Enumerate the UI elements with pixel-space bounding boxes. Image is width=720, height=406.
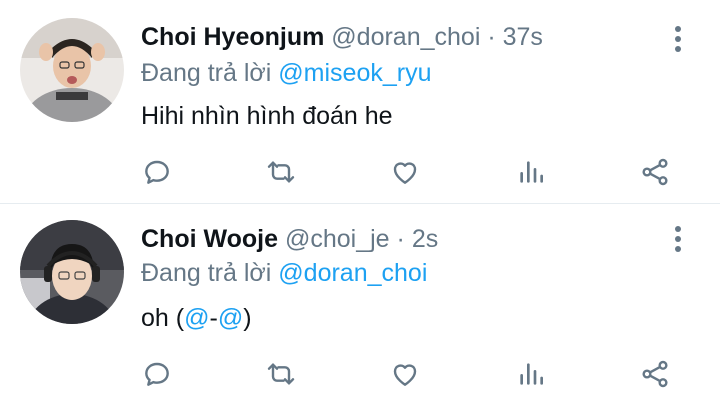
text-suffix: ) [243,304,252,332]
text-dash: - [209,304,218,332]
reply-prefix: Đang trả lời [141,259,272,287]
tweet-2[interactable]: Choi Wooje @choi_je · 2s Đang trả lời @d… [0,0,720,406]
text-mention[interactable]: @ [218,304,243,332]
display-name[interactable]: Choi Wooje [141,225,278,253]
timestamp[interactable]: 2s [412,225,438,253]
like-icon[interactable] [385,354,425,394]
tweet-text: oh (@-@) [141,303,252,333]
text-mention[interactable]: @ [184,304,209,332]
tweet-header: Choi Wooje @choi_je · 2s [141,224,438,254]
reply-mention[interactable]: @doran_choi [278,259,427,287]
analytics-icon[interactable] [511,354,551,394]
retweet-icon[interactable] [261,354,301,394]
separator: · [396,225,405,253]
share-icon[interactable] [635,354,675,394]
reply-icon[interactable] [137,354,177,394]
user-handle[interactable]: @choi_je [285,225,390,253]
avatar[interactable] [20,220,124,324]
text-prefix: oh ( [141,304,185,332]
more-options-icon[interactable] [667,224,689,254]
reply-context: Đang trả lời @doran_choi [141,258,427,288]
